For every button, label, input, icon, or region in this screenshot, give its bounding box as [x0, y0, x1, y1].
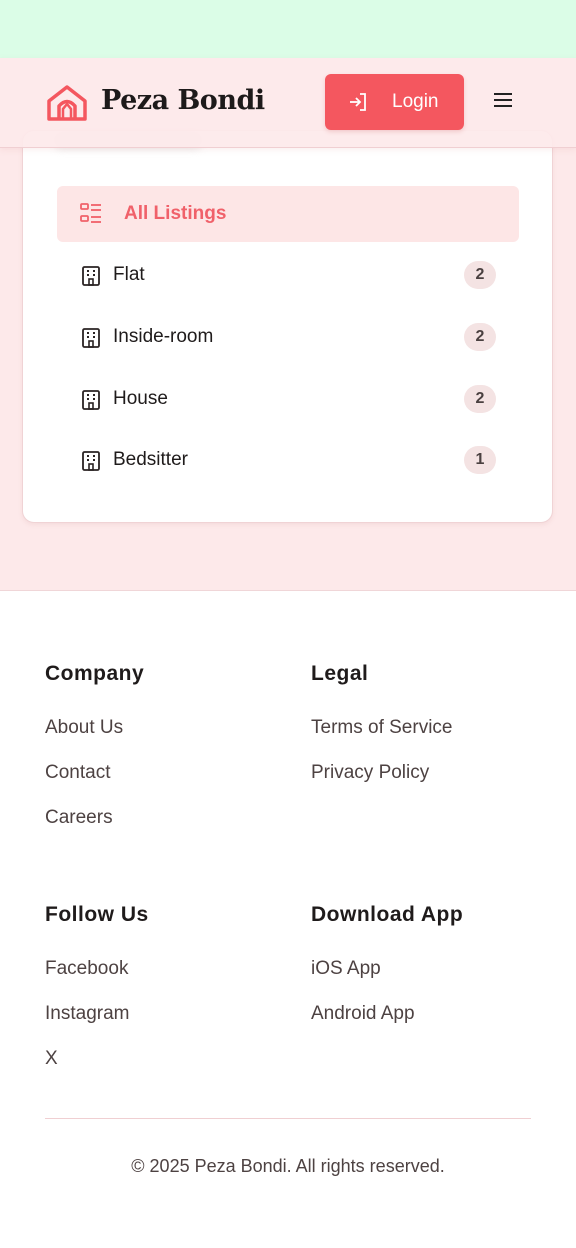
category-label: Flat — [113, 264, 145, 285]
building-icon — [82, 266, 100, 286]
status-bar — [0, 0, 576, 58]
footer-divider — [45, 1118, 531, 1119]
footer-heading: Follow Us — [45, 903, 149, 926]
building-icon — [82, 390, 100, 410]
footer-link-careers[interactable]: Careers — [45, 807, 113, 829]
list-icon — [80, 203, 101, 223]
footer-link-ios-app[interactable]: iOS App — [311, 958, 381, 980]
footer-heading: Download App — [311, 903, 464, 926]
category-flat[interactable]: Flat 2 — [57, 247, 519, 303]
category-label: House — [113, 388, 168, 409]
footer-heading: Legal — [311, 662, 369, 685]
category-inside-room[interactable]: Inside-room 2 — [57, 309, 519, 365]
footer-link-x[interactable]: X — [45, 1048, 58, 1070]
copyright-text: © 2025 Peza Bondi. All rights reserved. — [131, 1156, 445, 1176]
footer-link-android-app[interactable]: Android App — [311, 1003, 415, 1025]
building-icon — [82, 451, 100, 471]
footer-download-section: Download App — [311, 903, 463, 927]
category-label: Bedsitter — [113, 449, 188, 470]
categories-card: All Listings Flat 2 Inside-room 2 House … — [22, 130, 553, 523]
site-header: Peza Bondi Login — [0, 58, 576, 148]
brand-name[interactable]: Peza Bondi — [101, 85, 265, 116]
footer-link-privacy[interactable]: Privacy Policy — [311, 762, 429, 784]
count-badge: 1 — [464, 446, 496, 474]
category-all-listings[interactable]: All Listings — [57, 186, 519, 242]
footer-link-contact[interactable]: Contact — [45, 762, 110, 784]
footer-heading: Company — [45, 662, 145, 685]
building-icon — [82, 328, 100, 348]
count-badge: 2 — [464, 323, 496, 351]
footer-follow-section: Follow Us — [45, 903, 149, 927]
category-label: All Listings — [124, 203, 227, 224]
login-button[interactable]: Login — [325, 74, 464, 130]
footer-legal-section: Legal — [311, 662, 368, 686]
hamburger-menu-icon[interactable] — [491, 91, 515, 113]
category-label: Inside-room — [113, 326, 214, 347]
footer-link-instagram[interactable]: Instagram — [45, 1003, 129, 1025]
count-badge: 2 — [464, 385, 496, 413]
footer-link-facebook[interactable]: Facebook — [45, 958, 128, 980]
category-house[interactable]: House 2 — [57, 371, 519, 427]
footer-link-about-us[interactable]: About Us — [45, 717, 123, 739]
login-icon — [350, 93, 366, 111]
footer-company-section: Company — [45, 662, 144, 686]
login-label: Login — [392, 91, 439, 112]
house-logo-icon[interactable] — [46, 84, 88, 122]
category-bedsitter[interactable]: Bedsitter 1 — [57, 432, 519, 488]
count-badge: 2 — [464, 261, 496, 289]
footer-link-terms[interactable]: Terms of Service — [311, 717, 452, 739]
